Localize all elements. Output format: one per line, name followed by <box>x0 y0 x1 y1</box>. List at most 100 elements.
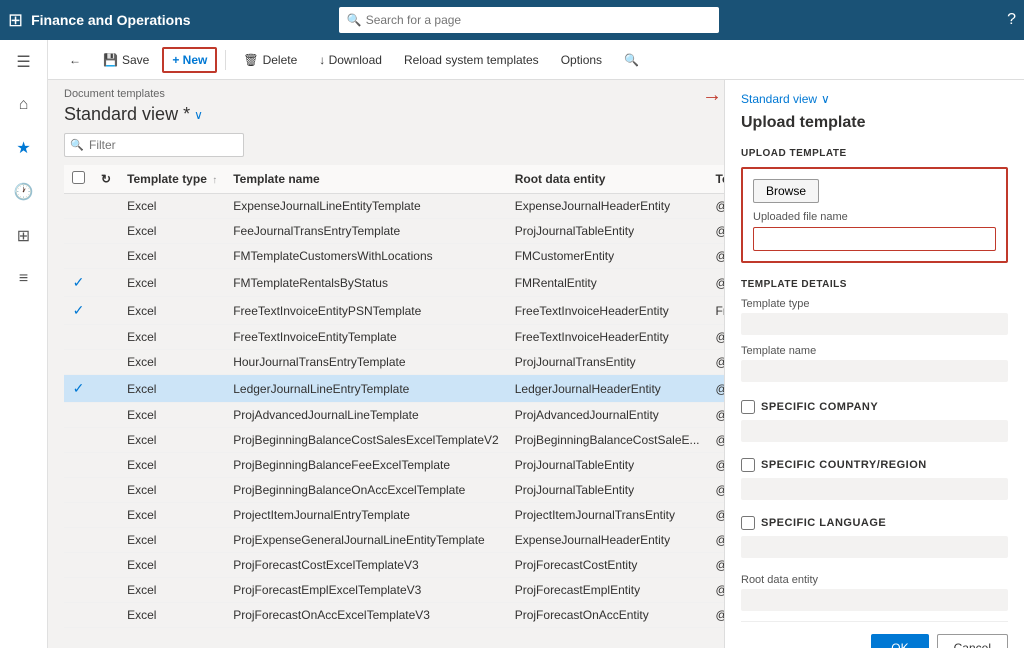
row-checkbox-cell[interactable] <box>64 528 93 553</box>
row-icon-cell <box>93 244 119 269</box>
table-row[interactable]: ✓ExcelFreeTextInvoiceEntityPSNTemplateFr… <box>64 297 724 325</box>
filter-input[interactable] <box>64 133 244 157</box>
th-templ[interactable]: Templ... <box>708 165 725 194</box>
row-type: Excel <box>119 603 225 628</box>
template-details-section: TEMPLATE DETAILS Template type Template … <box>741 275 1008 392</box>
th-checkbox[interactable] <box>64 165 93 194</box>
th-refresh[interactable]: ↻ <box>93 165 119 194</box>
row-root: ProjForecastEmplEntity <box>507 578 708 603</box>
search-bar[interactable]: 🔍 <box>339 7 719 33</box>
row-checkbox-cell[interactable] <box>64 325 93 350</box>
table-row[interactable]: ✓ExcelFMTemplateRentalsByStatusFMRentalE… <box>64 269 724 297</box>
table-row[interactable]: ExcelFMTemplateCustomersWithLocationsFMC… <box>64 244 724 269</box>
specific-country-row: SPECIFIC COUNTRY/REGION <box>741 458 1008 472</box>
ok-button[interactable]: OK <box>871 634 928 648</box>
row-icon-cell <box>93 269 119 297</box>
row-checkbox-cell[interactable] <box>64 403 93 428</box>
row-root: ExpenseJournalHeaderEntity <box>507 194 708 219</box>
row-checkbox-cell[interactable] <box>64 478 93 503</box>
row-templ: @Pro <box>708 553 725 578</box>
row-checkbox-cell[interactable] <box>64 603 93 628</box>
row-name: FeeJournalTransEntryTemplate <box>225 219 507 244</box>
row-root: ProjForecastCostEntity <box>507 553 708 578</box>
root-entity-value <box>741 589 1008 611</box>
help-icon[interactable]: ? <box>1007 11 1016 29</box>
grid-icon[interactable]: ⊞ <box>8 10 23 31</box>
upload-section-label: UPLOAD TEMPLATE <box>741 148 1008 159</box>
th-root-entity[interactable]: Root data entity <box>507 165 708 194</box>
sidebar-list-icon[interactable]: ⊞ <box>13 222 34 250</box>
row-checkbox-cell[interactable] <box>64 244 93 269</box>
table-row[interactable]: ExcelProjBeginningBalanceOnAccExcelTempl… <box>64 478 724 503</box>
th-template-name[interactable]: Template name <box>225 165 507 194</box>
specific-language-section: SPECIFIC LANGUAGE <box>741 516 1008 566</box>
table-row[interactable]: ExcelProjForecastEmplExcelTemplateV3Proj… <box>64 578 724 603</box>
row-root: ExpenseJournalHeaderEntity <box>507 528 708 553</box>
save-button[interactable]: 💾 Save <box>94 48 158 72</box>
row-type: Excel <box>119 219 225 244</box>
check-icon: ✓ <box>73 380 85 396</box>
row-checkbox-cell[interactable] <box>64 453 93 478</box>
row-checkbox-cell[interactable] <box>64 553 93 578</box>
specific-country-checkbox[interactable] <box>741 458 755 472</box>
sidebar-clock-icon[interactable]: 🕐 <box>10 178 38 206</box>
row-checkbox-cell[interactable] <box>64 194 93 219</box>
specific-company-value <box>741 420 1008 442</box>
row-templ: @Pro <box>708 453 725 478</box>
browse-button[interactable]: Browse <box>753 179 819 203</box>
row-templ: @Pro <box>708 578 725 603</box>
sidebar-modules-icon[interactable]: ≡ <box>15 266 32 292</box>
table-row[interactable]: ExcelProjForecastCostExcelTemplateV3Proj… <box>64 553 724 578</box>
row-name: ProjBeginningBalanceOnAccExcelTemplate <box>225 478 507 503</box>
content-main: Document templates Standard view * ∨ 🔍 <box>48 80 724 648</box>
title-chevron-icon[interactable]: ∨ <box>194 108 203 122</box>
row-checkbox-cell[interactable] <box>64 428 93 453</box>
view-selector[interactable]: Standard view ∨ <box>741 92 1008 106</box>
table-row[interactable]: ExcelProjExpenseGeneralJournalLineEntity… <box>64 528 724 553</box>
panel-footer: OK Cancel <box>741 621 1008 648</box>
specific-language-checkbox[interactable] <box>741 516 755 530</box>
table-row[interactable]: ExcelExpenseJournalLineEntityTemplateExp… <box>64 194 724 219</box>
row-type: Excel <box>119 453 225 478</box>
back-button[interactable]: ← <box>60 48 90 72</box>
delete-button[interactable]: 🗑 Delete <box>234 48 306 72</box>
table-row[interactable]: ExcelProjBeginningBalanceFeeExcelTemplat… <box>64 453 724 478</box>
cancel-button[interactable]: Cancel <box>937 634 1008 648</box>
row-checkbox-cell[interactable] <box>64 350 93 375</box>
sort-icon: ↑ <box>212 175 217 186</box>
toolbar-search-button[interactable]: 🔍 <box>615 48 648 72</box>
th-template-type[interactable]: Template type ↑ <box>119 165 225 194</box>
specific-company-checkbox[interactable] <box>741 400 755 414</box>
reload-button[interactable]: Reload system templates <box>395 48 548 72</box>
sidebar-menu-icon[interactable]: ☰ <box>12 48 34 76</box>
table-row[interactable]: ExcelFreeTextInvoiceEntityTemplateFreeTe… <box>64 325 724 350</box>
row-checkbox-cell[interactable] <box>64 219 93 244</box>
row-type: Excel <box>119 478 225 503</box>
table-row[interactable]: ExcelHourJournalTransEntryTemplateProjJo… <box>64 350 724 375</box>
row-checkbox-cell[interactable]: ✓ <box>64 269 93 297</box>
table-row[interactable]: ExcelProjForecastOnAccExcelTemplateV3Pro… <box>64 603 724 628</box>
search-input[interactable] <box>366 13 711 27</box>
options-button[interactable]: Options <box>552 48 611 72</box>
sidebar-star-icon[interactable]: ★ <box>12 134 34 162</box>
sidebar-home-icon[interactable]: ⌂ <box>15 92 33 118</box>
row-root: FMCustomerEntity <box>507 244 708 269</box>
type-value <box>741 313 1008 335</box>
content-area: Document templates Standard view * ∨ 🔍 <box>48 80 1024 648</box>
row-icon-cell <box>93 453 119 478</box>
table-row[interactable]: ExcelProjBeginningBalanceCostSalesExcelT… <box>64 428 724 453</box>
row-checkbox-cell[interactable] <box>64 503 93 528</box>
row-checkbox-cell[interactable]: ✓ <box>64 297 93 325</box>
new-button[interactable]: + New <box>162 47 217 73</box>
row-name: ProjBeginningBalanceFeeExcelTemplate <box>225 453 507 478</box>
table-row[interactable]: ExcelProjectItemJournalEntryTemplateProj… <box>64 503 724 528</box>
table-row[interactable]: ExcelFeeJournalTransEntryTemplateProjJou… <box>64 219 724 244</box>
download-button[interactable]: ↓ Download <box>310 48 391 72</box>
table-row[interactable]: ✓ExcelLedgerJournalLineEntryTemplateLedg… <box>64 375 724 403</box>
row-checkbox-cell[interactable] <box>64 578 93 603</box>
main-layout: ☰ ⌂ ★ 🕐 ⊞ ≡ ← 💾 Save + New 🗑 Delete <box>0 40 1024 648</box>
row-checkbox-cell[interactable]: ✓ <box>64 375 93 403</box>
select-all-checkbox[interactable] <box>72 171 85 184</box>
file-name-input[interactable] <box>753 227 996 251</box>
table-row[interactable]: ExcelProjAdvancedJournalLineTemplateProj… <box>64 403 724 428</box>
